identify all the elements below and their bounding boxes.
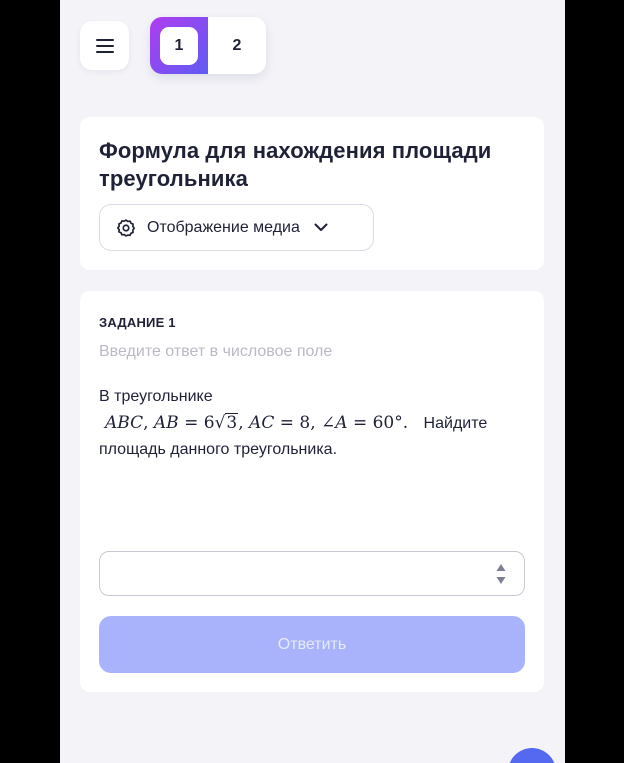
math-ab: AB bbox=[153, 413, 179, 433]
floating-action-button[interactable] bbox=[508, 748, 556, 763]
number-spinner-icon[interactable] bbox=[496, 563, 506, 585]
math-a: A bbox=[335, 413, 348, 433]
math-eq-3: = 60°. bbox=[347, 413, 409, 433]
submit-answer-button[interactable]: Ответить bbox=[99, 616, 525, 673]
chevron-down-icon bbox=[314, 223, 328, 231]
lesson-title: Формула для нахождения площади треугольн… bbox=[99, 138, 492, 191]
math-sep-1: , bbox=[143, 413, 154, 433]
task-math-expression: ABC, AB = 6√3, AC = 8, ∠A = 60°. bbox=[105, 413, 414, 433]
task-tabs: 1 2 bbox=[150, 17, 266, 74]
gear-icon bbox=[117, 218, 135, 237]
task-heading: ЗАДАНИЕ 1 bbox=[99, 315, 176, 330]
math-ac: AC bbox=[249, 413, 275, 433]
math-sep-2: , bbox=[238, 413, 250, 433]
menu-button[interactable] bbox=[80, 21, 129, 70]
math-eq-2: = 8, ∠ bbox=[274, 413, 336, 433]
task-card: ЗАДАНИЕ 1 Введите ответ в числовое поле … bbox=[80, 291, 544, 692]
math-eq-1: = 6 bbox=[178, 413, 215, 433]
math-abc: ABC bbox=[105, 413, 144, 433]
hamburger-icon bbox=[95, 38, 114, 53]
math-sqrt-sign: √ bbox=[214, 413, 226, 433]
media-display-label: Отображение медиа bbox=[147, 218, 300, 236]
math-sqrt-radicand: 3 bbox=[225, 413, 239, 433]
answer-number-input[interactable] bbox=[99, 551, 525, 596]
task-statement: В треугольнике ABC, AB = 6√3, AC = 8, ∠A… bbox=[99, 384, 529, 463]
lesson-card: Формула для нахождения площади треугольн… bbox=[80, 117, 544, 270]
tab-task-1-label: 1 bbox=[160, 26, 198, 65]
tab-task-2[interactable]: 2 bbox=[208, 17, 266, 74]
tab-task-2-label: 2 bbox=[232, 36, 242, 54]
task-text-before: В треугольнике bbox=[99, 388, 213, 405]
media-display-button[interactable]: Отображение медиа bbox=[99, 204, 374, 251]
tab-task-1[interactable]: 1 bbox=[150, 17, 208, 74]
task-hint: Введите ответ в числовое поле bbox=[99, 343, 333, 360]
app-screen: 1 2 Формула для нахождения площади треуг… bbox=[60, 0, 565, 763]
